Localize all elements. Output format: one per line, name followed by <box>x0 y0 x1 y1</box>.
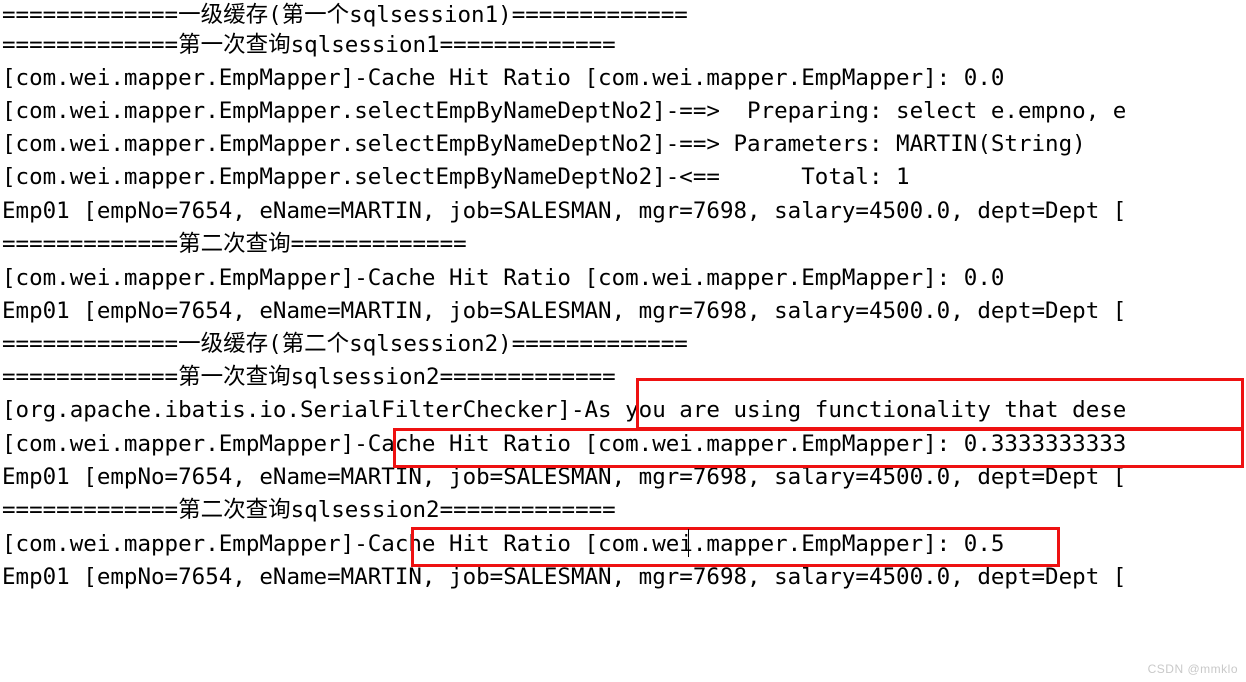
log-line: [com.wei.mapper.EmpMapper]-Cache Hit Rat… <box>2 65 1005 91</box>
log-line: =============一级缓存(第二个sqlsession2)=======… <box>2 331 688 357</box>
log-line: [com.wei.mapper.EmpMapper.selectEmpByNam… <box>2 164 910 190</box>
watermark: CSDN @mmklo <box>1147 662 1238 676</box>
log-line: [com.wei.mapper.EmpMapper]-Cache Hit Rat… <box>2 531 1005 557</box>
log-line: [com.wei.mapper.EmpMapper.selectEmpByNam… <box>2 131 1086 157</box>
console-output-panel[interactable]: =============一级缓存(第一个sqlsession1)=======… <box>0 0 1246 682</box>
text-caret <box>688 529 689 557</box>
log-line: [com.wei.mapper.EmpMapper]-Cache Hit Rat… <box>2 265 1005 291</box>
log-line: =============第一次查询sqlsession1===========… <box>2 32 616 58</box>
log-line: =============第一次查询sqlsession2===========… <box>2 364 616 390</box>
log-line: =============一级缓存(第一个sqlsession1)=======… <box>2 2 688 28</box>
log-line: =============第二次查询sqlsession2===========… <box>2 497 616 523</box>
log-line: Emp01 [empNo=7654, eName=MARTIN, job=SAL… <box>2 464 1127 490</box>
log-line: Emp01 [empNo=7654, eName=MARTIN, job=SAL… <box>2 198 1127 224</box>
log-line: [org.apache.ibatis.io.SerialFilterChecke… <box>2 397 1127 423</box>
log-line: Emp01 [empNo=7654, eName=MARTIN, job=SAL… <box>2 564 1127 590</box>
log-line: [com.wei.mapper.EmpMapper]-Cache Hit Rat… <box>2 431 1127 457</box>
log-line: =============第二次查询============= <box>2 231 467 257</box>
log-line: Emp01 [empNo=7654, eName=MARTIN, job=SAL… <box>2 298 1127 324</box>
log-line: [com.wei.mapper.EmpMapper.selectEmpByNam… <box>2 98 1127 124</box>
